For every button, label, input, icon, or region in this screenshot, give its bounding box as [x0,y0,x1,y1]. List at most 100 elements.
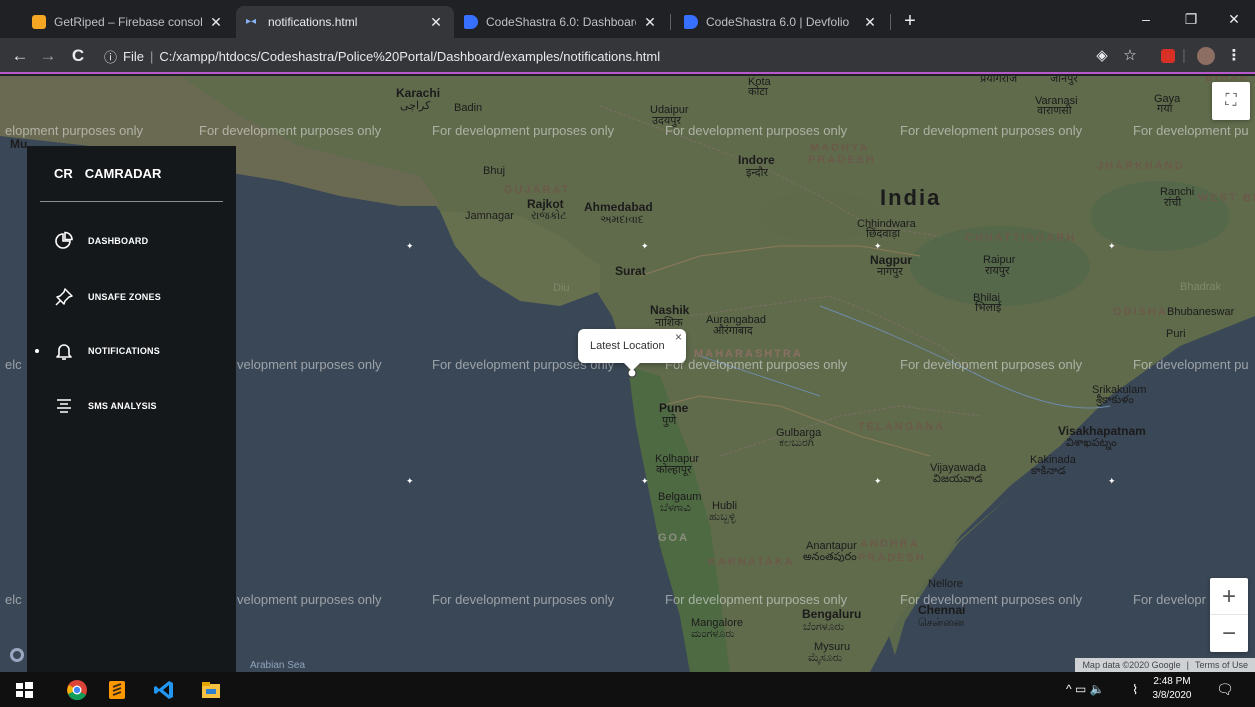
info-icon[interactable]: ⓘ [104,47,117,66]
label-badin: Badin [454,102,483,114]
close-window-button[interactable]: ✕ [1216,6,1252,32]
label-raipur-hi: रायपुर [985,265,1010,277]
url-text[interactable]: C:/xampp/htdocs/Codeshastra/Police%20Por… [159,49,660,64]
dev-watermark: For development pu [1133,123,1249,138]
dev-watermark: For development purposes only [432,592,615,607]
dev-watermark: elc [5,357,22,372]
zoom-in-button[interactable]: + [1210,578,1248,615]
profile-avatar[interactable] [1194,44,1218,68]
dev-watermark: For development purposes only [199,123,382,138]
label-bengaluru: Bengaluru [802,607,862,621]
close-icon[interactable]: ✕ [642,14,658,31]
firebase-icon [32,15,46,29]
sidebar-item-label: DASHBOARD [88,236,149,246]
windows-taskbar: ^ ▭ 🔈 ⌇ 2:48 PM 3/8/2020 🗨 [0,672,1255,707]
dev-watermark: elc [5,592,22,607]
new-tab-button[interactable]: + [898,10,922,33]
tab-codeshastra-devfolio[interactable]: CodeShastra 6.0 | Devfolio ✕ [674,6,888,38]
sidebar-item-dashboard[interactable]: DASHBOARD [27,226,236,256]
sidebar-item-label: UNSAFE ZONES [88,292,161,302]
minimize-button[interactable]: – [1128,6,1164,32]
label-chhindwara-hi: छिंदवाड़ा [866,228,901,240]
label-india: India [880,185,942,210]
terms-link[interactable]: Terms of Use [1195,660,1248,670]
dev-watermark: For development purposes only [665,123,848,138]
dev-watermark: For development purposes only [432,123,615,138]
label-ahmedabad-gu: અમદાવાદ [600,214,644,226]
label-belgaum-kn: ಬೆಳಗಾವಿ [660,502,691,514]
close-icon[interactable]: ✕ [208,14,224,31]
restore-button[interactable]: ❐ [1173,6,1209,32]
menu-icon[interactable]: ⋮ [1222,44,1246,68]
map-dot: ✦ [641,476,649,486]
notification-center-icon[interactable]: 🗨 [1216,672,1234,707]
system-clock[interactable]: 2:48 PM 3/8/2020 [1152,675,1192,703]
reload-button[interactable]: C [66,44,90,68]
label-mysuru-kn: ಮೈಸೂರು [808,652,843,664]
vscode-icon[interactable] [153,679,175,701]
label-bhubaneswar: Bhubaneswar [1167,306,1235,318]
label-goa: GOA [658,532,690,544]
latest-location-popup[interactable]: Latest Location × [578,329,686,371]
forward-button[interactable]: → [36,44,60,68]
label-varanasi-hi: वाराणसी [1037,105,1072,117]
dev-watermark: velopment purposes only [237,592,382,607]
label-visakhapatnam-te: విశాఖపట్నం [1066,437,1117,449]
label-kolhapur-hi: कोल्हापूर [656,464,692,476]
map-dot: ✦ [641,241,649,251]
label-bhilai-hi: भिलाई [975,302,1002,314]
back-button[interactable]: ← [8,44,32,68]
sidebar-item-sms-analysis[interactable]: SMS ANALYSIS [27,391,236,421]
label-surat: Surat [615,264,646,278]
bookmark-star-icon[interactable]: ☆ [1118,44,1142,68]
tab-separator [890,14,891,30]
tab-label: CodeShastra 6.0 | Devfolio [706,15,850,29]
brand-mini: CR [54,166,73,181]
tab-label: GetRiped – Firebase console [54,15,202,29]
label-pradesh: PRADESH [808,154,876,166]
chrome-icon[interactable] [66,679,88,701]
label-bhadrak: Bhadrak [1180,281,1221,293]
tab-firebase[interactable]: GetRiped – Firebase console ✕ [22,6,234,38]
close-icon[interactable]: ✕ [428,14,444,31]
label-pune-hi: पुणे [662,415,677,427]
label-nellore: Nellore [928,578,963,590]
tab-notifications[interactable]: ▸◂ notifications.html ✕ [236,6,454,38]
sidebar-item-notifications[interactable]: NOTIFICATIONS [27,336,236,366]
label-nagpur-hi: नागपुर [877,266,903,278]
sidebar-item-label: NOTIFICATIONS [88,346,160,356]
pin-icon [55,288,73,306]
tab-codeshastra-dashboard[interactable]: CodeShastra 6.0: Dashboard | De ✕ [454,6,668,38]
map-dot: ✦ [1108,241,1116,251]
devfolio-icon [684,15,698,29]
address-separator: | [149,48,154,64]
label-pune: Pune [659,401,689,415]
fullscreen-button[interactable]: ⛶ [1212,82,1250,120]
dev-watermark: For development purposes only [900,357,1083,372]
location-icon[interactable]: ◈ [1090,44,1114,68]
devfolio-icon [464,15,478,29]
sidebar-item-unsafe-zones[interactable]: UNSAFE ZONES [27,282,236,312]
wifi-icon[interactable]: ⌇ [1132,672,1138,707]
brand[interactable]: CR CAMRADAR [54,166,161,181]
label-visakhapatnam: Visakhapatnam [1058,424,1146,438]
label-anantapur-te: అనంతపురం [803,551,857,563]
map-dot: ✦ [874,241,882,251]
label-aurangabad-hi: औरंगाबाद [713,325,753,337]
label-west-bengal: WEST BEN [1198,192,1255,204]
dev-watermark: For developr [1133,592,1206,607]
label-chhattisgarh: CHHATTISGARH [965,232,1077,244]
windows-start-icon[interactable] [13,679,35,701]
system-tray[interactable]: ^ ▭ 🔈 [1066,672,1105,707]
tab-label: CodeShastra 6.0: Dashboard | De [486,15,636,29]
sublime-icon[interactable] [106,679,128,701]
zoom-out-button[interactable]: − [1210,615,1248,652]
dev-watermark: For development purposes only [665,592,848,607]
map-dot: ✦ [874,476,882,486]
label-gujarat: GUJARAT [504,184,571,196]
label-gulbarga-kn: ಕಲಬುರಗಿ [779,437,814,449]
address-bar[interactable]: ⓘ File | C:/xampp/htdocs/Codeshastra/Pol… [104,42,1084,70]
close-icon[interactable]: × [675,330,682,344]
close-icon[interactable]: ✕ [862,14,878,31]
file-explorer-icon[interactable] [200,679,222,701]
